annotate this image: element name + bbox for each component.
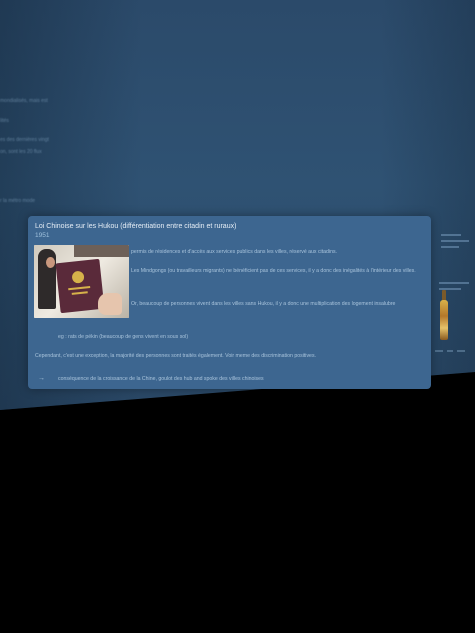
arrow-icon: → [38, 375, 45, 382]
background-text-line: r la métro mode [0, 198, 36, 204]
background-bar [435, 350, 443, 352]
note-year: 1951 [35, 232, 50, 239]
bottle-image-body [440, 300, 448, 340]
emblem-icon [71, 270, 85, 284]
background-text-line: lités [0, 118, 9, 124]
background-bar [457, 350, 465, 352]
note-paragraph: permis de résidences et d'accès aux serv… [131, 249, 337, 255]
hand-shape [98, 293, 122, 315]
note-paragraph: Or, beaucoup de personnes vivent dans le… [131, 301, 396, 307]
background-text-line: mondialisés, mais est [0, 98, 48, 104]
crowd-shape [74, 245, 129, 257]
background-side-widget [433, 232, 475, 362]
note-paragraph: conséquence de la croissance de la Chine… [58, 376, 264, 382]
note-card[interactable]: Loi Chinoise sur les Hukou (différentiat… [28, 216, 431, 389]
note-paragraph: eg : rats de pékin (beaucoup de gens viv… [58, 334, 189, 340]
note-title: Loi Chinoise sur les Hukou (différentiat… [35, 223, 237, 230]
background-text-line: es des dernières vingt [0, 137, 49, 143]
note-paragraph: Les Mindgongs (ou travailleurs migrants)… [131, 268, 416, 274]
background-bar [447, 350, 453, 352]
person-shape [38, 249, 56, 309]
background-text-line: on, sont les 20 flux [0, 149, 42, 155]
hukou-photo[interactable] [34, 245, 129, 318]
note-paragraph: Cependant, c'est une exception, la major… [35, 353, 316, 359]
